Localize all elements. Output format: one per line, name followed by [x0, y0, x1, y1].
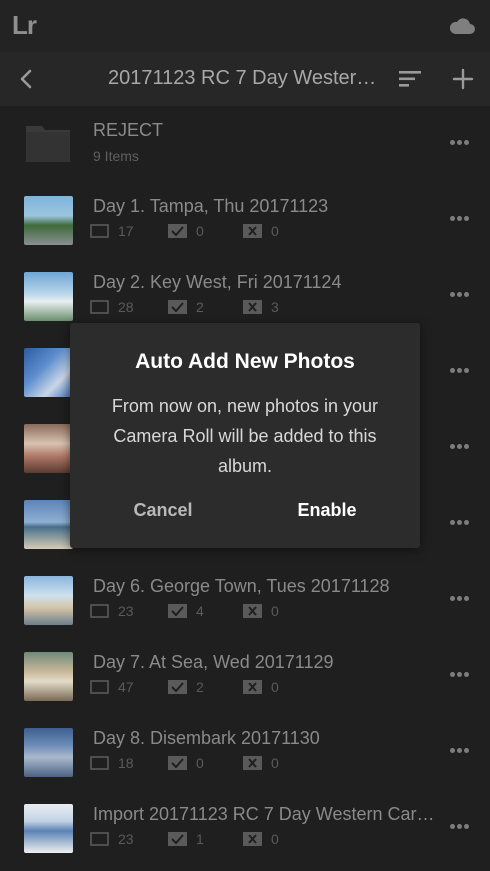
reject-count: 0: [271, 603, 279, 619]
reject-count: 3: [271, 299, 279, 315]
more-dots-icon[interactable]: [450, 368, 470, 374]
album-thumbnail: [24, 576, 73, 625]
pick-count: 2: [196, 299, 204, 315]
photo-count: 17: [118, 223, 134, 239]
check-flag-icon: [168, 756, 187, 770]
enable-button[interactable]: Enable: [272, 500, 382, 521]
x-flag-icon: [243, 756, 262, 770]
x-flag-icon: [243, 832, 262, 846]
photo-count: 47: [118, 679, 134, 695]
app-top-bar: Lr: [0, 0, 490, 52]
dialog-title: Auto Add New Photos: [135, 350, 355, 373]
list-item-album[interactable]: Day 7. At Sea, Wed 20171129 47 2 0: [0, 638, 490, 714]
album-name: REJECT: [93, 120, 164, 140]
reject-count: 0: [271, 755, 279, 771]
pick-count: 0: [196, 223, 204, 239]
more-dots-icon[interactable]: [450, 672, 470, 678]
album-thumbnail: [24, 500, 73, 549]
album-stats: 23 4 0: [90, 602, 330, 620]
list-item-album[interactable]: Day 6. George Town, Tues 20171128 23 4 0: [0, 562, 490, 638]
album-name: Day 8. Disembark 20171130: [93, 728, 320, 748]
photo-frame-icon: [90, 224, 109, 238]
pick-count: 4: [196, 603, 204, 619]
check-flag-icon: [168, 832, 187, 846]
lightroom-logo: Lr: [12, 10, 37, 40]
photo-frame-icon: [90, 680, 109, 694]
album-thumbnail: [24, 652, 73, 701]
album-name: Day 6. George Town, Tues 20171128: [93, 576, 390, 596]
list-item-album[interactable]: Day 1. Tampa, Thu 20171123 17 0 0: [0, 182, 490, 258]
x-flag-icon: [243, 604, 262, 618]
reject-count: 0: [271, 679, 279, 695]
album-stats: 23 1 0: [90, 830, 330, 848]
album-thumbnail: [24, 728, 73, 777]
more-dots-icon[interactable]: [450, 596, 470, 602]
more-dots-icon[interactable]: [450, 216, 470, 222]
album-stats: 17 0 0: [90, 222, 330, 240]
album-thumbnail: [24, 804, 73, 853]
album-item-count: 9 Items: [93, 148, 139, 164]
photo-frame-icon: [90, 832, 109, 846]
photo-frame-icon: [90, 300, 109, 314]
photo-count: 23: [118, 603, 134, 619]
folder-icon: [26, 126, 70, 162]
album-thumbnail: [24, 196, 73, 245]
list-item-album[interactable]: Import 20171123 RC 7 Day Western Caribbe…: [0, 790, 490, 866]
check-flag-icon: [168, 224, 187, 238]
check-flag-icon: [168, 300, 187, 314]
more-dots-icon[interactable]: [450, 292, 470, 298]
dialog-message: From now on, new photos in your Camera R…: [111, 396, 379, 476]
photo-count: 23: [118, 831, 134, 847]
pick-count: 2: [196, 679, 204, 695]
album-stats: 18 0 0: [90, 754, 330, 772]
more-dots-icon[interactable]: [450, 748, 470, 754]
pick-count: 0: [196, 755, 204, 771]
x-flag-icon: [243, 300, 262, 314]
album-nav-bar: 20171123 RC 7 Day Western Caribbean: [0, 52, 490, 106]
check-flag-icon: [168, 604, 187, 618]
album-name: Day 2. Key West, Fri 20171124: [93, 272, 342, 292]
album-thumbnail: [24, 272, 73, 321]
album-name: Import 20171123 RC 7 Day Western Caribbe…: [93, 804, 438, 824]
plus-icon[interactable]: [452, 68, 474, 90]
sort-icon[interactable]: [398, 70, 422, 88]
photo-count: 28: [118, 299, 134, 315]
auto-add-dialog: Auto Add New Photos From now on, new pho…: [70, 323, 420, 548]
more-dots-icon[interactable]: [450, 520, 470, 526]
cloud-icon[interactable]: [448, 14, 476, 36]
more-dots-icon[interactable]: [450, 444, 470, 450]
album-name: Day 1. Tampa, Thu 20171123: [93, 196, 329, 216]
more-dots-icon[interactable]: [450, 824, 470, 830]
album-thumbnail: [24, 424, 73, 473]
photo-frame-icon: [90, 756, 109, 770]
cancel-button[interactable]: Cancel: [108, 500, 218, 521]
album-stats: 47 2 0: [90, 678, 330, 696]
page-title: 20171123 RC 7 Day Western Caribbean: [108, 67, 383, 89]
more-dots-icon[interactable]: [450, 140, 470, 146]
list-item-reject[interactable]: REJECT 9 Items: [0, 106, 490, 182]
list-item-album[interactable]: Day 8. Disembark 20171130 18 0 0: [0, 714, 490, 790]
album-name: Day 7. At Sea, Wed 20171129: [93, 652, 334, 672]
album-stats: 28 2 3: [90, 298, 330, 316]
reject-count: 0: [271, 831, 279, 847]
photo-count: 18: [118, 755, 134, 771]
photo-frame-icon: [90, 604, 109, 618]
back-chevron-icon[interactable]: [16, 68, 36, 90]
x-flag-icon: [243, 680, 262, 694]
check-flag-icon: [168, 680, 187, 694]
x-flag-icon: [243, 224, 262, 238]
album-thumbnail: [24, 348, 73, 397]
pick-count: 1: [196, 831, 204, 847]
reject-count: 0: [271, 223, 279, 239]
